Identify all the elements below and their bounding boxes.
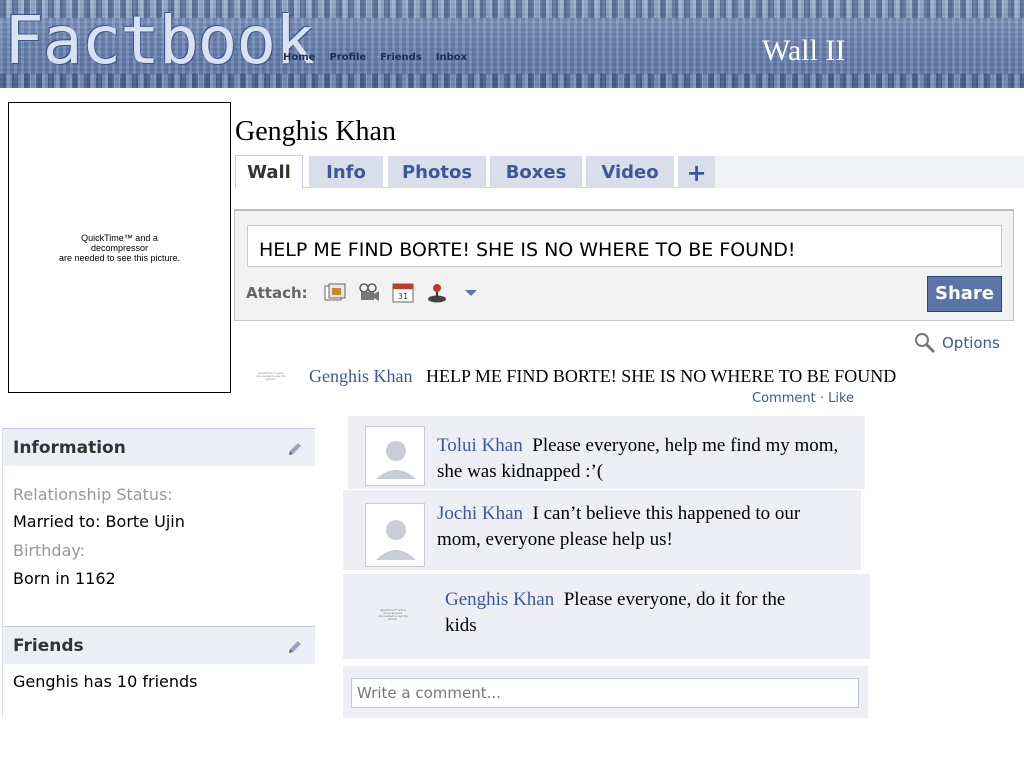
write-comment-box [343, 666, 868, 718]
birthday-value: Born in 1162 [13, 569, 116, 588]
comment-item: Jochi Khan I can’t believe this happened… [343, 490, 861, 571]
tab-boxes[interactable]: Boxes [490, 156, 582, 188]
relationship-value: Married to: Borte Ujin [13, 512, 185, 531]
factbook-logo[interactable]: Factbook [4, 6, 315, 76]
attach-row: Attach: 31 [246, 283, 482, 303]
options-link[interactable]: Options [914, 332, 1000, 354]
slide-title: Wall II [762, 34, 846, 67]
friends-summary: Genghis has 10 friends [13, 672, 198, 691]
birthday-label: Birthday: [13, 541, 86, 560]
like-link[interactable]: Like [828, 391, 854, 406]
comment-author-link[interactable]: Tolui Khan [437, 435, 523, 456]
thumb-line-2: are needed to see this picture. [256, 374, 286, 381]
options-label: Options [942, 334, 1000, 352]
comment-body: Genghis Khan Please everyone, do it for … [445, 587, 815, 639]
quicktime-placeholder-text: QuickTime™ and a decompressor are needed… [30, 233, 210, 263]
comment-item: QuickTime™ and a decompressor are needed… [343, 574, 870, 660]
profile-name: Genghis Khan [235, 116, 396, 147]
profile-picture[interactable]: QuickTime™ and a decompressor are needed… [8, 102, 231, 393]
edit-pencil-icon[interactable] [287, 441, 303, 457]
mini-line-3: are needed to see this picture. [378, 614, 408, 621]
comment-item: Tolui Khan Please everyone, help me find… [348, 416, 865, 490]
nav-home[interactable]: Home [283, 52, 315, 63]
top-nav: Home Profile Friends Inbox [283, 52, 467, 63]
nav-friends[interactable]: Friends [380, 52, 422, 63]
placeholder-line-2: decompressor [90, 242, 149, 253]
action-separator: · [819, 391, 824, 406]
placeholder-line-3: are needed to see this picture. [58, 252, 181, 263]
tab-wall[interactable]: Wall [235, 155, 303, 189]
photo-icon[interactable] [324, 283, 346, 303]
svg-text:31: 31 [398, 292, 408, 301]
share-button[interactable]: Share [927, 276, 1002, 312]
comment-body: Tolui Khan Please everyone, help me find… [437, 433, 842, 485]
attach-label: Attach: [246, 284, 308, 302]
tab-add[interactable]: + [678, 156, 715, 188]
post-spacer [417, 366, 422, 386]
tab-photos[interactable]: Photos [388, 156, 486, 188]
profile-tabs: Wall Info Photos Boxes Video + [235, 154, 1024, 189]
nav-inbox[interactable]: Inbox [436, 52, 467, 63]
comment-body: Jochi Khan I can’t believe this happened… [437, 501, 827, 553]
game-icon[interactable] [426, 283, 448, 303]
comment-link[interactable]: Comment [752, 391, 816, 406]
friends-header: Friends [3, 626, 315, 664]
relationship-label: Relationship Status: [13, 485, 173, 504]
magnifier-icon [915, 333, 936, 354]
edit-pencil-icon[interactable] [287, 639, 303, 655]
status-composer: HELP ME FIND BORTE! SHE IS NO WHERE TO B… [234, 209, 1014, 321]
header-banner: Factbook Home Profile Friends Inbox Wall… [0, 0, 1024, 88]
tab-video[interactable]: Video [586, 156, 674, 188]
wall-post: Genghis Khan HELP ME FIND BORTE! SHE IS … [309, 366, 896, 387]
comment-author-link[interactable]: Genghis Khan [445, 589, 554, 610]
information-title: Information [13, 438, 126, 458]
post-actions: Comment · Like [752, 391, 854, 406]
information-header: Information [3, 428, 315, 466]
comment-author-link[interactable]: Jochi Khan [437, 503, 523, 524]
post-thumbnail-placeholder: QuickTime™ and a are needed to see this … [255, 372, 287, 382]
default-avatar-icon[interactable] [365, 426, 425, 486]
tab-bar-fill [715, 156, 1024, 188]
post-author-link[interactable]: Genghis Khan [309, 366, 412, 386]
info-sidebar: Information Relationship Status: Married… [2, 428, 315, 718]
video-icon[interactable] [358, 283, 380, 303]
nav-profile[interactable]: Profile [329, 52, 366, 63]
comment-thumbnail-placeholder: QuickTime™ and a decompressor are needed… [373, 609, 413, 621]
tab-info[interactable]: Info [309, 156, 383, 188]
event-icon[interactable]: 31 [392, 283, 414, 303]
more-dropdown-icon[interactable] [460, 283, 482, 303]
default-avatar-icon[interactable] [365, 503, 425, 567]
placeholder-line-1: QuickTime™ and a [81, 232, 158, 243]
post-text: HELP ME FIND BORTE! SHE IS NO WHERE TO B… [425, 366, 897, 386]
status-input[interactable]: HELP ME FIND BORTE! SHE IS NO WHERE TO B… [247, 225, 1002, 267]
friends-title: Friends [13, 636, 84, 656]
comment-input[interactable] [351, 678, 859, 708]
